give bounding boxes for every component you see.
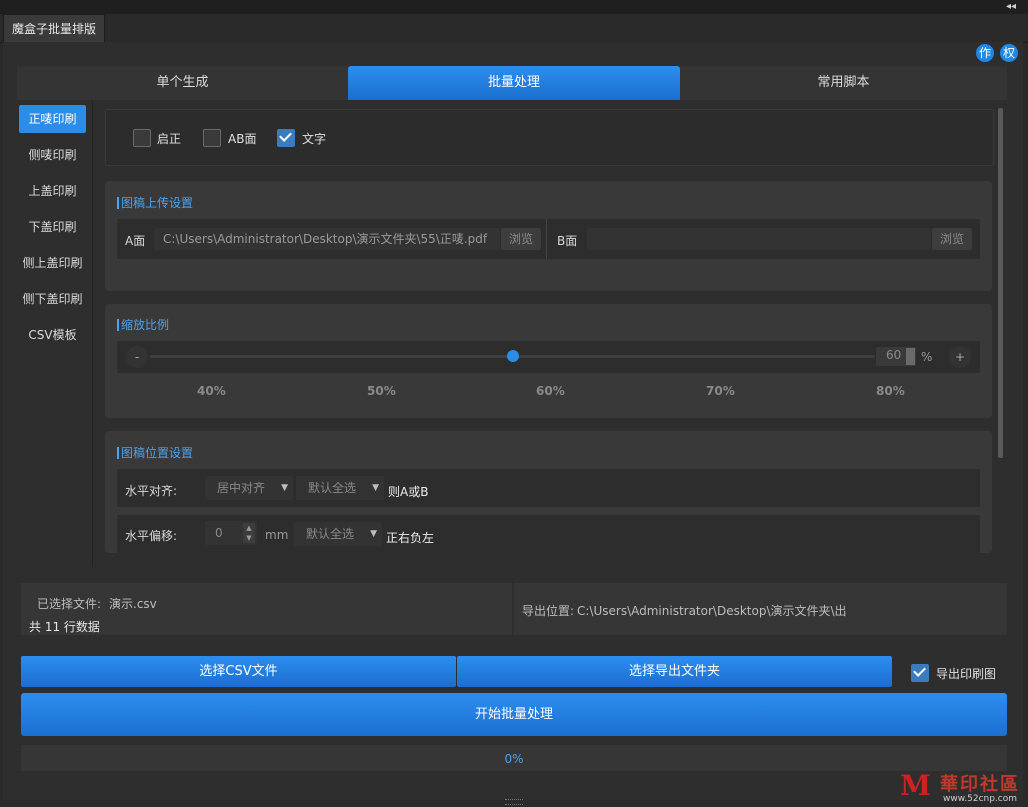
position-title: 图稿位置设置 <box>117 444 193 461</box>
h-align-note: 则A或B <box>388 485 429 499</box>
a-face-label: A面 <box>125 234 146 248</box>
scale-tick-label: 80% <box>876 384 905 398</box>
text-checkbox[interactable] <box>277 129 295 147</box>
h-offset-scope-value: 默认全选 <box>306 527 355 541</box>
sidebar-item-side-bottom-cover-print[interactable]: 侧下盖印刷 <box>19 285 86 313</box>
b-face-browse-button[interactable]: 浏览 <box>932 228 972 250</box>
sidebar-item-bottom-cover-print[interactable]: 下盖印刷 <box>19 213 86 241</box>
h-align-scope-value: 默认全选 <box>308 481 357 495</box>
sidebar-item-csv-template[interactable]: CSV模板 <box>19 321 86 349</box>
h-align-value: 居中对齐 <box>217 481 266 495</box>
progress-text: 0% <box>504 752 524 766</box>
h-offset-scope-select[interactable]: 默认全选 ▼ <box>294 522 382 546</box>
dropdown-arrow-icon: ▼ <box>281 483 288 493</box>
scale-unit: % <box>921 350 933 364</box>
scale-minus-button[interactable]: - <box>126 346 148 368</box>
b-face-label: B面 <box>557 234 578 248</box>
ab-face-checkbox[interactable] <box>203 129 221 147</box>
stepper-icon[interactable]: ▲ ▼ <box>243 523 255 543</box>
h-align-scope-select[interactable]: 默认全选 ▼ <box>296 476 384 500</box>
author-icon[interactable]: 作 <box>976 44 994 62</box>
row-count: 共 11 行数据 <box>29 620 100 634</box>
scale-spinner-icon[interactable] <box>906 348 915 365</box>
copyright-icon[interactable]: 权 <box>1000 44 1018 62</box>
a-face-path-field[interactable]: C:\Users\Administrator\Desktop\演示文件夹\55\… <box>154 228 500 250</box>
document-tab-bar <box>0 14 1028 43</box>
sidebar-item-side-top-cover-print[interactable]: 侧上盖印刷 <box>19 249 86 277</box>
scale-tick-label: 50% <box>367 384 396 398</box>
sidebar-item-side-print[interactable]: 侧唛印刷 <box>19 141 86 169</box>
h-align-select[interactable]: 居中对齐 ▼ <box>205 476 293 500</box>
qizheng-checkbox[interactable] <box>133 129 151 147</box>
checkmark-icon <box>279 129 292 142</box>
tab-single[interactable]: 单个生成 <box>17 66 348 100</box>
sidebar-item-front-print[interactable]: 正唛印刷 <box>19 105 86 133</box>
progress-bar: 0% <box>21 745 1007 771</box>
watermark-logo-icon: M <box>900 769 931 802</box>
h-offset-unit: mm <box>265 528 289 542</box>
h-offset-value: 0 <box>215 526 223 540</box>
tab-batch[interactable]: 批量处理 <box>348 66 680 100</box>
scale-tick-label: 70% <box>706 384 735 398</box>
qizheng-label: 启正 <box>157 132 182 146</box>
resize-grip-icon[interactable] <box>505 799 523 805</box>
collapse-panel-icon[interactable]: ◂◂ <box>1006 0 1016 14</box>
scale-plus-button[interactable]: + <box>949 346 971 368</box>
sidebar-item-top-cover-print[interactable]: 上盖印刷 <box>19 177 86 205</box>
export-location-label: 导出位置: <box>522 604 575 618</box>
upload-divider <box>546 219 547 259</box>
watermark-text: 華印社區 <box>940 774 1020 795</box>
dropdown-arrow-icon: ▼ <box>370 529 377 539</box>
upload-settings-title: 图稿上传设置 <box>117 194 193 211</box>
scale-value: 60 <box>886 348 902 362</box>
dropdown-arrow-icon: ▼ <box>372 483 379 493</box>
selected-file-label: 已选择文件: <box>37 597 102 611</box>
scale-tick-label: 60% <box>536 384 565 398</box>
scale-tick-label: 40% <box>197 384 226 398</box>
selected-file-name: 演示.csv <box>109 597 157 611</box>
h-offset-note: 正右负左 <box>386 531 435 545</box>
tab-scripts[interactable]: 常用脚本 <box>680 66 1007 100</box>
export-location-path: C:\Users\Administrator\Desktop\演示文件夹\出 <box>577 604 847 618</box>
export-print-label: 导出印刷图 <box>936 667 997 681</box>
h-offset-label: 水平偏移: <box>125 529 178 543</box>
scale-slider-thumb[interactable] <box>506 350 519 362</box>
h-align-label: 水平对齐: <box>125 484 178 498</box>
choose-export-folder-button[interactable]: 选择导出文件夹 <box>457 656 892 687</box>
text-label: 文字 <box>302 132 327 146</box>
a-face-browse-button[interactable]: 浏览 <box>501 228 541 250</box>
watermark-url: www.52cnp.com <box>943 794 1018 804</box>
checkmark-icon <box>913 664 926 677</box>
app-panel-tab[interactable]: 魔盒子批量排版 <box>3 14 106 43</box>
b-face-path-field[interactable] <box>587 228 931 250</box>
scale-value-box[interactable]: 60 <box>876 347 916 366</box>
start-batch-button[interactable]: 开始批量处理 <box>21 693 1007 736</box>
ab-face-label: AB面 <box>228 132 257 146</box>
h-offset-field[interactable]: 0 ▲ ▼ <box>205 521 257 545</box>
scale-title: 缩放比例 <box>117 316 169 333</box>
content-scrollbar-thumb[interactable] <box>998 108 1003 458</box>
sidebar-divider <box>92 100 93 567</box>
export-print-checkbox[interactable] <box>911 664 929 682</box>
window-top-strip: ◂◂ <box>0 0 1028 14</box>
choose-csv-button[interactable]: 选择CSV文件 <box>21 656 456 687</box>
